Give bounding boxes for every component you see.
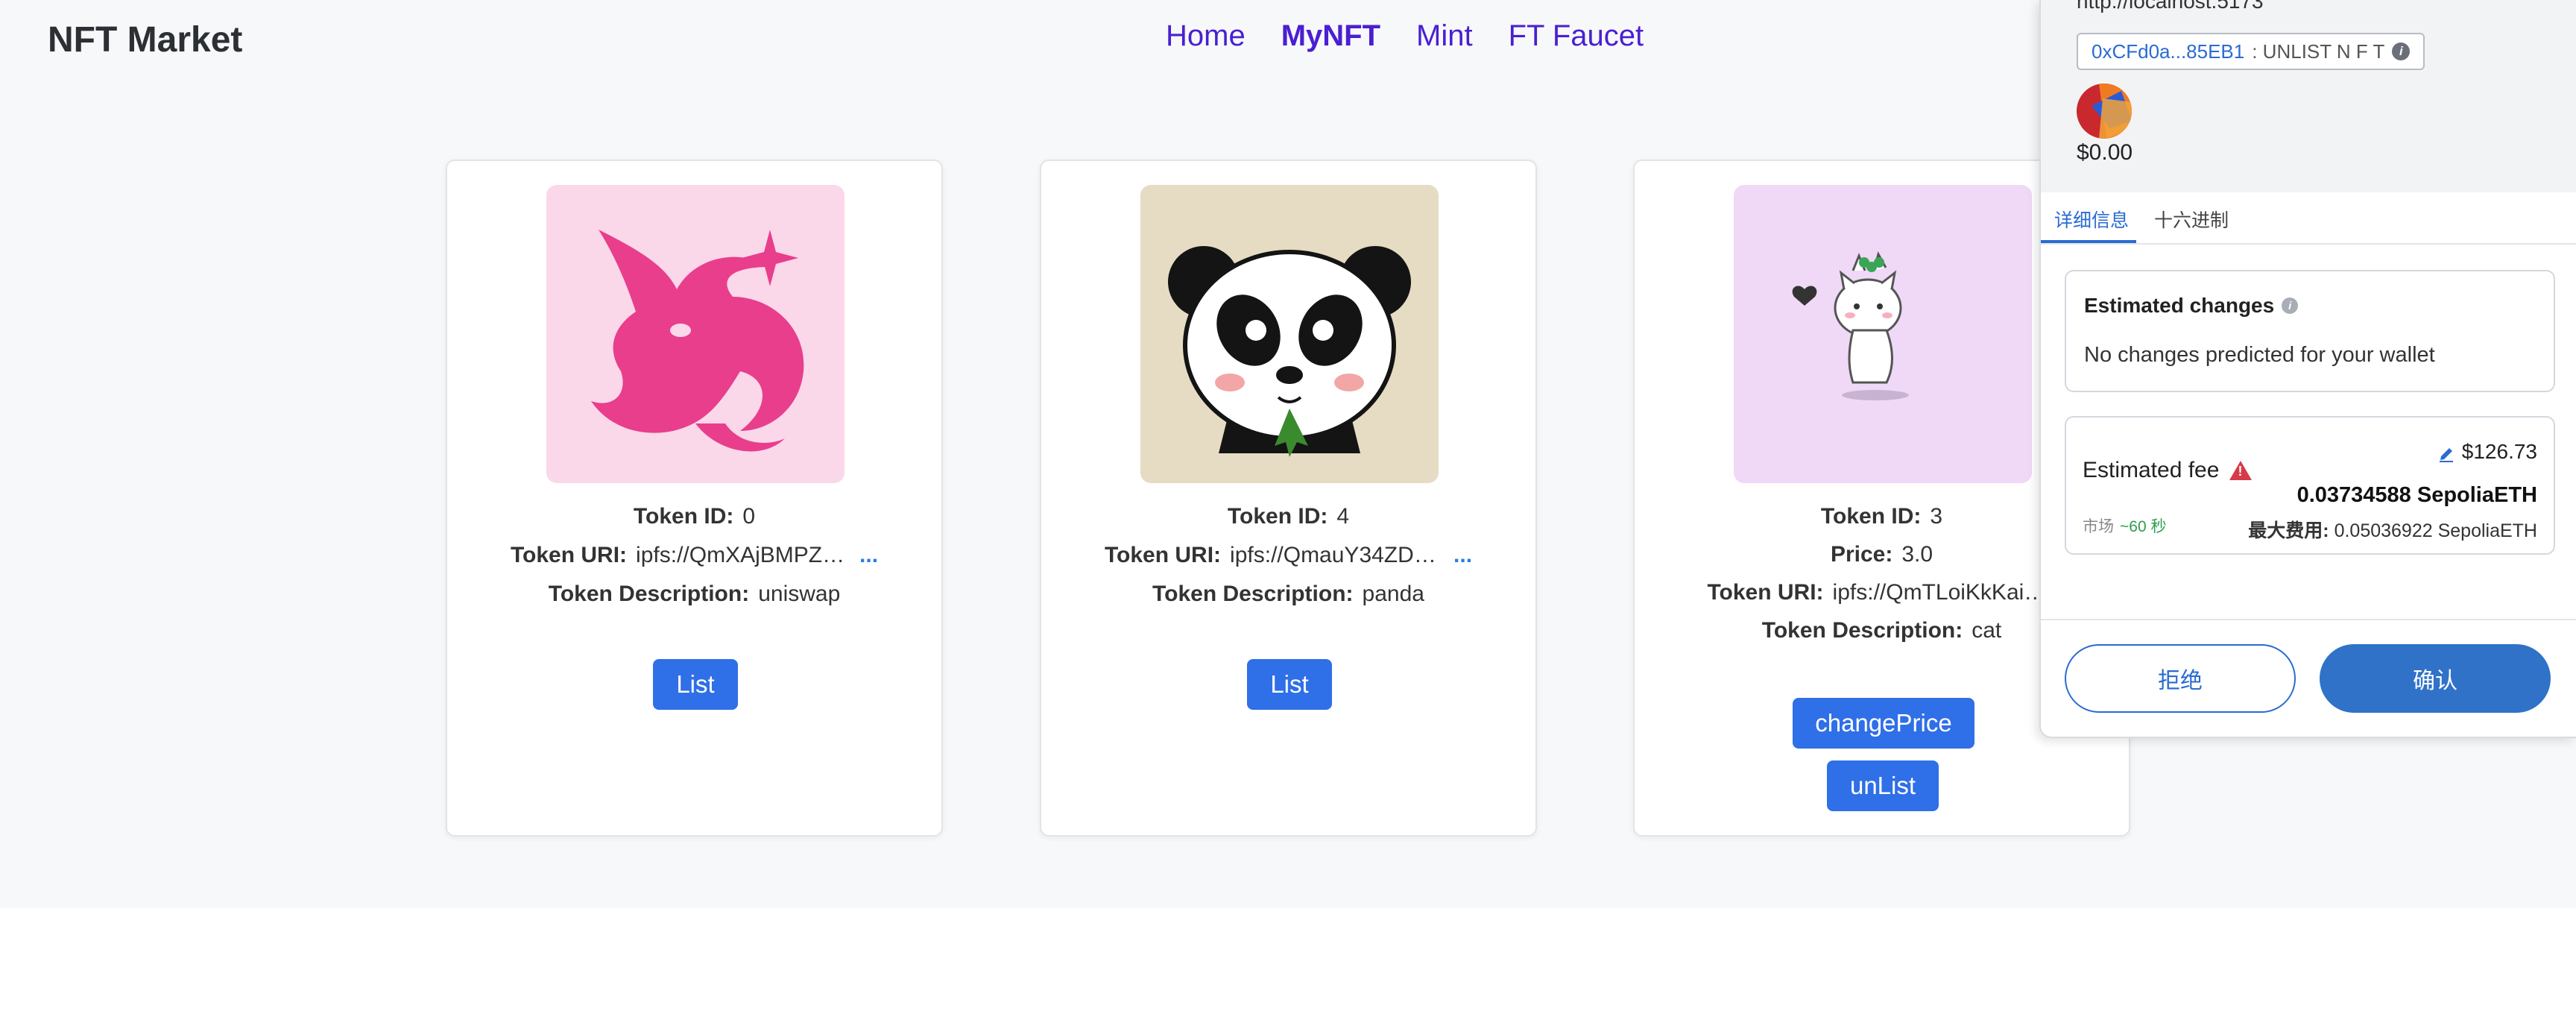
- nav-mynft[interactable]: MyNFT: [1281, 19, 1380, 53]
- token-id-value: 4: [1336, 504, 1350, 529]
- nav-ft-faucet[interactable]: FT Faucet: [1509, 19, 1644, 53]
- account-pill[interactable]: 0xCFd0a...85EB1 : UNLIST N F T i: [2077, 33, 2425, 70]
- estimated-fee-title: Estimated fee: [2083, 458, 2253, 483]
- price-value: 3.0: [1901, 542, 1933, 567]
- wallet-header: http://localhost:5173 0xCFd0a...85EB1 : …: [2041, 0, 2576, 192]
- token-description-label: Token Description:: [1152, 582, 1354, 606]
- estimated-changes-text: No changes predicted for your wallet: [2084, 343, 2435, 367]
- token-uri-label: Token URI:: [1707, 580, 1824, 605]
- fee-usd: $126.73: [2438, 440, 2537, 464]
- expand-uri-button[interactable]: ...: [1453, 543, 1472, 567]
- confirm-button[interactable]: 确认: [2320, 644, 2551, 713]
- fee-market: 市场 ~60 秒: [2083, 514, 2166, 537]
- active-tab-indicator: [2041, 240, 2136, 243]
- unlist-button[interactable]: unList: [1827, 760, 1939, 811]
- brand-title: NFT Market: [48, 20, 243, 60]
- token-uri-label: Token URI:: [510, 543, 628, 567]
- estimated-fee-box: Estimated fee $126.73 0.03734588 Sepolia…: [2065, 416, 2555, 555]
- token-id-value: 3: [1930, 504, 1943, 529]
- edit-icon[interactable]: [2438, 444, 2455, 462]
- tab-details[interactable]: 详细信息: [2054, 206, 2129, 233]
- account-avatar: [2077, 84, 2132, 139]
- wallet-tabs: 详细信息 十六进制: [2041, 192, 2576, 245]
- estimated-fee-label: Estimated fee: [2083, 458, 2220, 482]
- nav-home[interactable]: Home: [1166, 19, 1246, 53]
- list-button[interactable]: List: [1247, 659, 1332, 710]
- token-uri-value: ipfs://QmauY34ZDW...: [1230, 543, 1447, 567]
- token-description-label: Token Description:: [548, 582, 750, 606]
- tab-hex[interactable]: 十六进制: [2154, 206, 2229, 233]
- max-fee: 最大费用: 0.05036922 SepoliaETH: [2248, 516, 2537, 543]
- nft-card-0: Token ID: 0 Token URI: ipfs://QmXAjBMPZP..…: [446, 160, 943, 837]
- token-description-value: uniswap: [758, 582, 841, 606]
- nav-mint[interactable]: Mint: [1416, 19, 1473, 53]
- wallet-popup: http://localhost:5173 0xCFd0a...85EB1 : …: [2039, 0, 2576, 738]
- info-icon[interactable]: i: [2392, 42, 2411, 60]
- price-label: Price:: [1830, 542, 1893, 567]
- estimated-changes-title: Estimated changes i: [2084, 294, 2299, 318]
- max-fee-value: 0.05036922 SepoliaETH: [2334, 520, 2537, 541]
- token-description-value: panda: [1362, 582, 1424, 606]
- market-label: 市场: [2083, 518, 2114, 535]
- token-id-label: Token ID:: [633, 504, 734, 529]
- main-nav: Home MyNFT Mint FT Faucet: [1166, 19, 1644, 53]
- token-uri-label: Token URI:: [1104, 543, 1222, 567]
- reject-button[interactable]: 拒绝: [2065, 644, 2296, 713]
- token-id-label: Token ID:: [1227, 504, 1328, 529]
- max-fee-label: 最大费用:: [2248, 520, 2329, 541]
- market-time: ~60 秒: [2120, 518, 2167, 535]
- origin-url: http://localhost:5173: [2077, 0, 2264, 13]
- list-button[interactable]: List: [653, 659, 738, 710]
- estimated-changes-box: Estimated changes i No changes predicted…: [2065, 270, 2555, 392]
- nft-card-4: Token ID: 4 Token URI: ipfs://QmauY34ZDW..…: [1040, 160, 1537, 837]
- panda-image: [1140, 185, 1439, 483]
- token-description-label: Token Description:: [1761, 618, 1963, 643]
- token-uri-value: ipfs://QmXAjBMPZP...: [636, 543, 853, 567]
- token-id-value: 0: [742, 504, 756, 529]
- footer-divider: [2041, 619, 2576, 620]
- estimated-changes-label: Estimated changes: [2084, 294, 2275, 317]
- cat-image: [1734, 185, 2032, 483]
- fee-usd-value: $126.73: [2461, 440, 2537, 463]
- change-price-button[interactable]: changePrice: [1793, 698, 1974, 749]
- contract-method: : UNLIST N F T: [2252, 40, 2385, 63]
- account-balance: $0.00: [2077, 140, 2133, 165]
- account-address[interactable]: 0xCFd0a...85EB1: [2092, 40, 2244, 63]
- token-id-label: Token ID:: [1820, 504, 1922, 529]
- token-description-value: cat: [1972, 618, 2002, 643]
- expand-uri-button[interactable]: ...: [859, 543, 878, 567]
- warning-icon: [2229, 461, 2253, 480]
- info-icon[interactable]: i: [2282, 297, 2299, 314]
- fee-eth-value: 0.03734588 SepoliaETH: [2296, 483, 2537, 507]
- unicorn-image: [546, 185, 845, 483]
- token-uri-value: ipfs://QmTLoiKkKai3f...: [1832, 580, 2056, 605]
